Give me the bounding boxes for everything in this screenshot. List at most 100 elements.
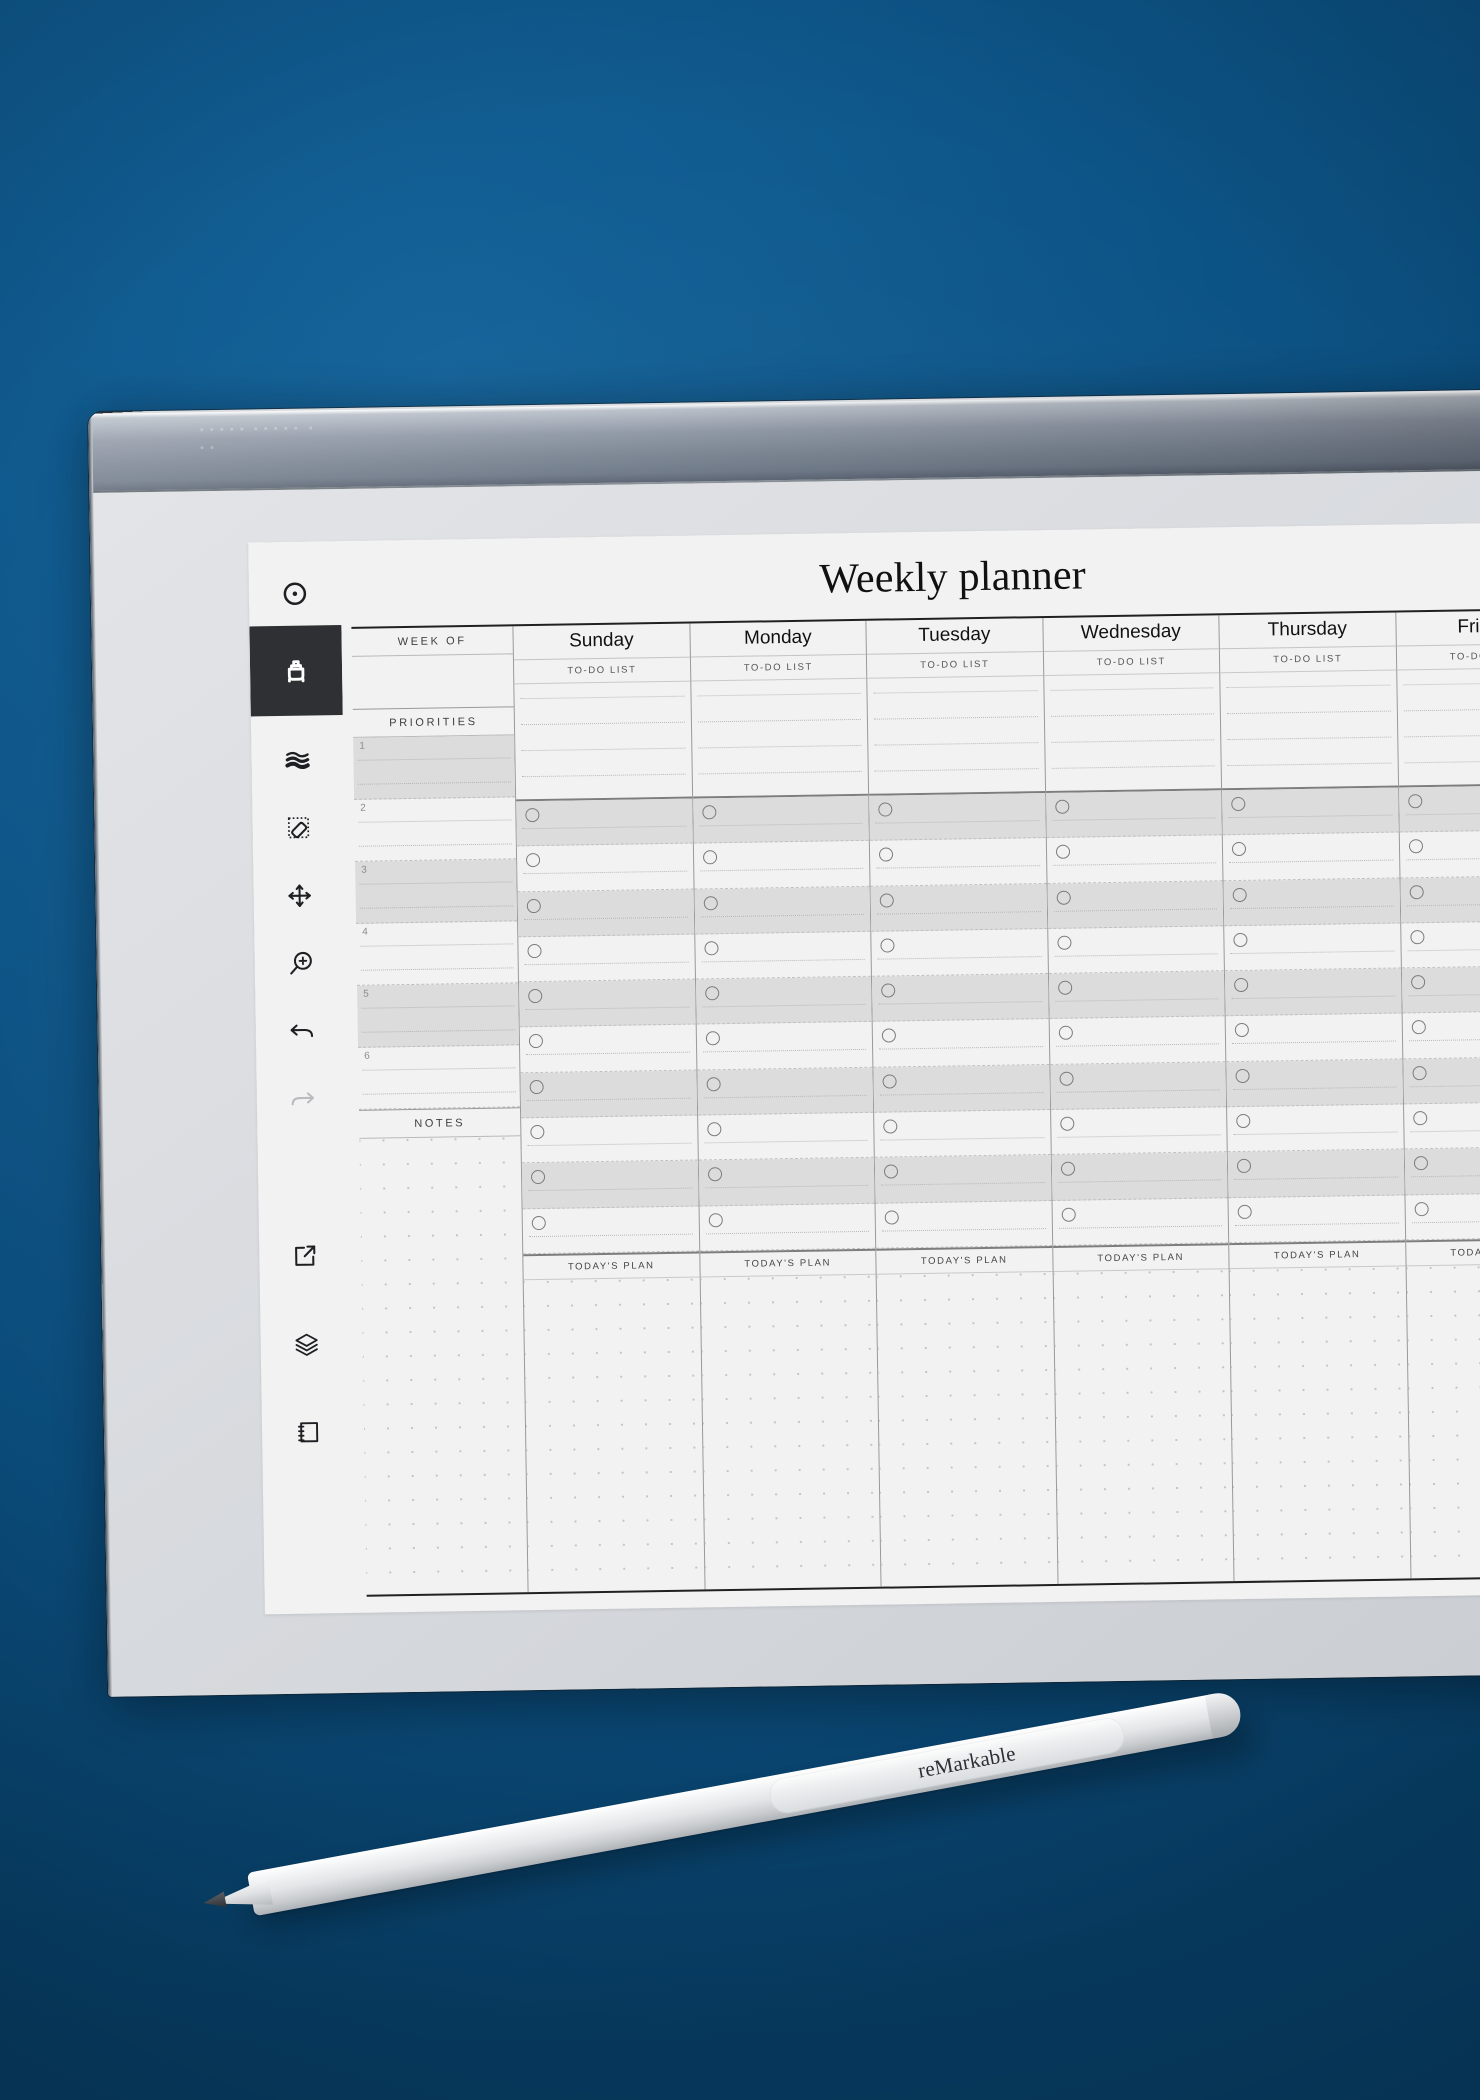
schedule-row[interactable]: [1227, 1149, 1404, 1198]
schedule-checkbox-circle[interactable]: [526, 898, 541, 913]
schedule-row[interactable]: [697, 1112, 874, 1161]
schedule-row[interactable]: [1047, 880, 1224, 929]
schedule-checkbox-circle[interactable]: [1411, 1065, 1427, 1081]
schedule-checkbox-circle[interactable]: [525, 853, 541, 868]
schedule-row[interactable]: [1402, 1011, 1480, 1060]
schedule-row[interactable]: [1222, 832, 1399, 881]
schedule-row[interactable]: [520, 1070, 697, 1119]
todo-list-area[interactable]: [867, 676, 1045, 796]
schedule-checkbox-circle[interactable]: [706, 1122, 721, 1137]
schedule-checkbox-circle[interactable]: [1236, 1113, 1251, 1129]
layers-icon[interactable]: [260, 1313, 353, 1374]
week-of-field[interactable]: [352, 654, 514, 709]
priority-row[interactable]: 5: [357, 983, 520, 1048]
schedule-row[interactable]: [1401, 965, 1480, 1014]
schedule-row[interactable]: [1049, 1061, 1227, 1111]
schedule-checkbox-circle[interactable]: [880, 938, 895, 953]
schedule-checkbox-circle[interactable]: [1409, 929, 1425, 945]
schedule-checkbox-circle[interactable]: [531, 1215, 546, 1230]
todays-plan-area[interactable]: [700, 1274, 881, 1590]
todo-list-area[interactable]: [1396, 667, 1480, 788]
schedule-row[interactable]: [519, 1025, 696, 1074]
schedule-checkbox-circle[interactable]: [1237, 1204, 1252, 1219]
schedule-row[interactable]: [699, 1203, 876, 1252]
schedule-row[interactable]: [1049, 1016, 1226, 1065]
schedule-row[interactable]: [869, 793, 1046, 842]
schedule-row[interactable]: [870, 883, 1047, 932]
todo-list-area[interactable]: [1220, 670, 1398, 791]
schedule-checkbox-circle[interactable]: [1054, 799, 1069, 814]
schedule-row[interactable]: [869, 838, 1047, 887]
schedule-row[interactable]: [516, 843, 694, 892]
schedule-row[interactable]: [1224, 968, 1402, 1017]
schedule-checkbox-circle[interactable]: [1234, 1023, 1249, 1038]
schedule-checkbox-circle[interactable]: [881, 983, 896, 998]
schedule-row[interactable]: [1225, 1013, 1402, 1062]
schedule-checkbox-circle[interactable]: [884, 1210, 899, 1225]
pen-tool-icon[interactable]: [249, 625, 343, 717]
schedule-row[interactable]: [1404, 1192, 1480, 1241]
schedule-checkbox-circle[interactable]: [1408, 839, 1423, 854]
schedule-row[interactable]: [1226, 1059, 1403, 1108]
schedule-row[interactable]: [522, 1206, 699, 1255]
schedule-row[interactable]: [1046, 835, 1223, 884]
schedule-checkbox-circle[interactable]: [883, 1119, 898, 1134]
schedule-row[interactable]: [695, 976, 872, 1026]
schedule-checkbox-circle[interactable]: [879, 892, 894, 908]
redo-icon[interactable]: [256, 1069, 349, 1130]
priority-row[interactable]: 3: [355, 859, 518, 924]
schedule-checkbox-circle[interactable]: [1233, 932, 1248, 947]
schedule-row[interactable]: [692, 795, 869, 844]
todays-plan-area[interactable]: [1053, 1269, 1234, 1584]
schedule-checkbox-circle[interactable]: [705, 1031, 720, 1046]
brush-strokes-icon[interactable]: [251, 729, 344, 790]
schedule-checkbox-circle[interactable]: [1412, 1111, 1427, 1126]
schedule-row[interactable]: [1224, 923, 1401, 972]
schedule-checkbox-circle[interactable]: [1058, 1026, 1073, 1041]
schedule-checkbox-circle[interactable]: [706, 1076, 721, 1092]
schedule-row[interactable]: [1227, 1104, 1404, 1153]
schedule-row[interactable]: [871, 974, 1049, 1023]
schedule-checkbox-circle[interactable]: [1056, 935, 1072, 950]
schedule-checkbox-circle[interactable]: [530, 1124, 545, 1140]
schedule-checkbox-circle[interactable]: [1056, 890, 1071, 905]
schedule-row[interactable]: [1051, 1152, 1228, 1201]
schedule-checkbox-circle[interactable]: [1055, 844, 1070, 860]
schedule-row[interactable]: [1398, 784, 1480, 833]
todays-plan-area[interactable]: [523, 1277, 705, 1593]
schedule-checkbox-circle[interactable]: [703, 941, 719, 956]
schedule-row[interactable]: [1399, 829, 1480, 879]
schedule-checkbox-circle[interactable]: [882, 1074, 897, 1089]
schedule-checkbox-circle[interactable]: [704, 986, 719, 1001]
schedule-row[interactable]: [696, 1022, 873, 1071]
schedule-row[interactable]: [874, 1110, 1051, 1159]
schedule-checkbox-circle[interactable]: [1413, 1156, 1428, 1171]
schedule-checkbox-circle[interactable]: [1058, 1071, 1074, 1086]
schedule-row[interactable]: [519, 979, 696, 1028]
schedule-row[interactable]: [1223, 878, 1400, 927]
schedule-row[interactable]: [517, 889, 694, 938]
schedule-checkbox-circle[interactable]: [702, 850, 717, 865]
schedule-row[interactable]: [1045, 790, 1222, 839]
eraser-tool-icon[interactable]: [252, 797, 345, 858]
todo-list-area[interactable]: [514, 681, 692, 802]
schedule-row[interactable]: [1399, 875, 1480, 924]
schedule-row[interactable]: [1048, 971, 1225, 1020]
schedule-checkbox-circle[interactable]: [1236, 1159, 1252, 1174]
schedule-checkbox-circle[interactable]: [530, 1170, 546, 1185]
schedule-checkbox-circle[interactable]: [1231, 796, 1246, 812]
todo-list-area[interactable]: [1043, 673, 1222, 794]
schedule-checkbox-circle[interactable]: [703, 895, 718, 910]
schedule-row[interactable]: [1052, 1197, 1229, 1246]
schedule-row[interactable]: [1403, 1101, 1480, 1150]
schedule-row[interactable]: [874, 1155, 1052, 1204]
schedule-row[interactable]: [872, 1019, 1049, 1068]
schedule-checkbox-circle[interactable]: [878, 847, 894, 862]
schedule-row[interactable]: [871, 928, 1048, 977]
schedule-row[interactable]: [698, 1158, 875, 1207]
schedule-row[interactable]: [693, 841, 870, 890]
undo-icon[interactable]: [255, 1001, 348, 1062]
schedule-row[interactable]: [521, 1115, 698, 1164]
todays-plan-area[interactable]: [1229, 1266, 1410, 1582]
pages-icon[interactable]: [262, 1401, 355, 1462]
